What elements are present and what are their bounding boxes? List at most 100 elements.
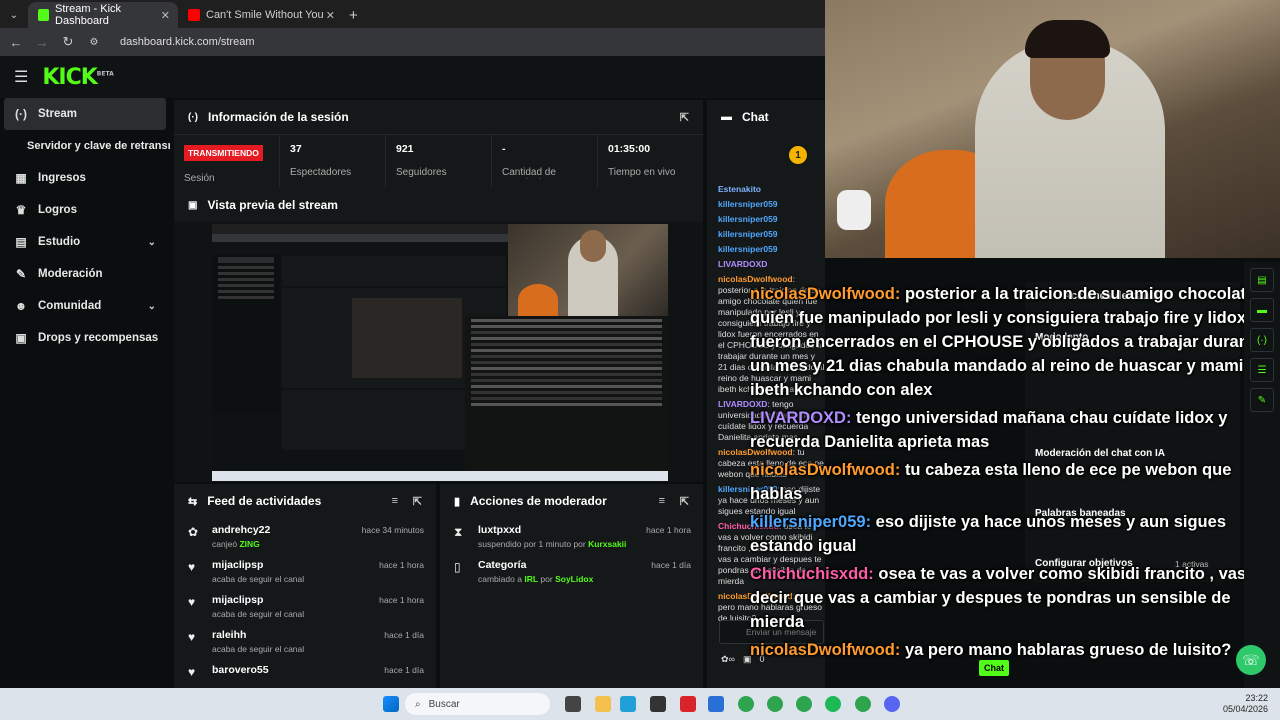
stream-preview-video[interactable] (212, 224, 668, 481)
chat-message: killersniper059 (707, 214, 825, 225)
modaction-row: ⧗ luxtpxxd suspendido por 1 minuto por K… (440, 518, 703, 553)
chat-username[interactable]: Estenakito (718, 184, 761, 194)
points-icon[interactable]: ✿∞ (721, 654, 735, 665)
tab-search-icon[interactable]: ⌄ (0, 2, 28, 28)
close-tab-icon[interactable]: ✕ (161, 9, 170, 22)
rail-notes-icon[interactable]: ▤ (1250, 268, 1274, 292)
sidebar-item-logros[interactable]: ♛ Logros (0, 194, 170, 226)
menu-icon[interactable]: ☰ (14, 67, 28, 87)
chrome-icon[interactable] (855, 696, 871, 712)
sidebar: (·) Stream Servidor y clave de retransmi… (0, 98, 170, 688)
modaction-row: ▯ Categoría cambiado a IRL por SoyLidox … (440, 553, 703, 588)
chat-username[interactable]: killersniper059 (718, 229, 778, 239)
app-icon[interactable] (650, 696, 666, 712)
support-icon[interactable]: ☏ (1236, 645, 1266, 675)
overlay-text: ya pero mano hablaras grueso de luisito? (904, 641, 1232, 659)
popout-icon[interactable]: ⇱ (413, 495, 422, 508)
modaction-target[interactable]: luxtpxxd (478, 524, 626, 536)
feed-username[interactable]: barovero55 (212, 664, 269, 676)
edge-icon[interactable] (620, 696, 636, 712)
feed-row: ♥ mijaclipsp acaba de seguir el canal hace… (174, 588, 436, 623)
sidebar-item-server-key[interactable]: Servidor y clave de retransmisión (0, 130, 170, 162)
right-rail: ▤ ▬ (·) ☰ ✎ (1244, 262, 1280, 688)
chat-username[interactable]: killersniper059 (718, 199, 778, 209)
sidebar-item-comunidad[interactable]: ☻ Comunidad ⌄ (0, 290, 170, 322)
stream-preview-header: ▣ Vista previa del stream (174, 188, 703, 222)
sidebar-item-label: Servidor y clave de retransmisión (27, 140, 170, 152)
chat-username[interactable]: LIVARDOXD (718, 259, 767, 269)
feed-username[interactable]: mijaclipsp (212, 559, 304, 571)
back-icon[interactable]: ← (8, 35, 24, 50)
sidebar-item-estudio[interactable]: ▤ Estudio ⌄ (0, 226, 170, 258)
rail-list-icon[interactable]: ☰ (1250, 358, 1274, 382)
modaction-target[interactable]: Categoría (478, 559, 593, 571)
chat-icon: ▬ (721, 111, 732, 123)
stream-icon: (·) (15, 107, 27, 121)
chrome-icon[interactable] (738, 696, 754, 712)
windows-start-icon[interactable] (383, 696, 399, 712)
chat-send-button[interactable]: Chat (979, 660, 1009, 676)
preview-webcam-capture (508, 224, 668, 316)
address-bar[interactable]: dashboard.kick.com/stream (120, 36, 255, 48)
tab-youtube[interactable]: Can't Smile Without You - Barr ✕ (178, 2, 343, 28)
sidebar-item-stream[interactable]: (·) Stream (4, 98, 166, 130)
kick-logo[interactable]: KICKBETA (42, 65, 113, 90)
sidebar-item-moderacion[interactable]: ✎ Moderación (0, 258, 170, 290)
feed-time: hace 1 día (384, 630, 424, 640)
chrome-icon[interactable] (767, 696, 783, 712)
rank-badge-icon: 1 (789, 146, 807, 164)
chat-header: ▬ Chat (707, 100, 825, 134)
overlay-message: LIVARDOXD: tengo universidad mañana chau… (750, 406, 1280, 454)
feed-username[interactable]: mijaclipsp (212, 594, 304, 606)
feed-username[interactable]: raleihh (212, 629, 304, 641)
stat-label: Cantidad de suscripciones (502, 167, 563, 179)
modaction-by[interactable]: SoyLidox (555, 574, 593, 584)
overlay-message: killersniper059: eso dijiste ya hace uno… (750, 510, 1280, 558)
sidebar-item-label: Drops y recompensas (38, 332, 159, 344)
sidebar-item-ingresos[interactable]: ▦ Ingresos (0, 162, 170, 194)
site-info-icon[interactable]: ⚙ (86, 37, 102, 48)
filter-icon[interactable]: ≡ (392, 495, 398, 507)
chevron-down-icon[interactable]: ⌄ (148, 301, 156, 312)
feed-username[interactable]: andrehcy22 (212, 524, 270, 536)
close-tab-icon[interactable]: ✕ (326, 9, 335, 22)
rail-broadcast-icon[interactable]: (·) (1250, 328, 1274, 352)
reload-icon[interactable]: ↻ (60, 34, 76, 50)
taskbar-clock[interactable]: 23:22 05/04/2026 (1223, 693, 1268, 715)
browser-toolbar: ← → ↻ ⚙ dashboard.kick.com/stream (0, 28, 825, 56)
trophy-icon: ♛ (15, 203, 27, 217)
office-icon[interactable] (680, 696, 696, 712)
modactions-header: ▮ Acciones de moderador ≡ ⇱ (440, 484, 703, 518)
task-view-icon[interactable] (565, 696, 581, 712)
forward-icon[interactable]: → (34, 35, 50, 50)
modaction-time: hace 1 hora (646, 525, 691, 535)
popout-icon[interactable]: ⇱ (680, 495, 689, 508)
new-tab-button[interactable]: + (349, 2, 358, 28)
rail-chat-icon[interactable]: ▬ (1250, 298, 1274, 322)
app-icon[interactable] (708, 696, 724, 712)
discord-icon[interactable] (884, 696, 900, 712)
chrome-icon[interactable] (796, 696, 812, 712)
file-explorer-icon[interactable] (595, 696, 611, 712)
kick-dashboard: ☰ KICKBETA (·) Stream Servidor y clave d… (0, 56, 825, 688)
overlay-message: nicolasDwolfwood: tu cabeza esta lleno d… (750, 458, 1280, 506)
stat-label: Espectadores (290, 167, 352, 178)
filter-icon[interactable]: ≡ (659, 495, 665, 507)
stat-value: 37 (290, 143, 302, 155)
tab-kick-dashboard[interactable]: Stream - Kick Dashboard ✕ (28, 2, 178, 28)
rail-tools-icon[interactable]: ✎ (1250, 388, 1274, 412)
chat-username[interactable]: killersniper059 (718, 214, 778, 224)
popout-icon[interactable]: ⇱ (680, 111, 689, 124)
modaction-desc: suspendido por 1 minuto por (478, 539, 586, 549)
chat-username[interactable]: killersniper059 (718, 244, 778, 254)
chevron-down-icon[interactable]: ⌄ (148, 237, 156, 248)
activity-feed-panel: ⇆ Feed de actividades ≡ ⇱ ✿ andrehcy22 can… (174, 484, 436, 688)
panel-title: Acciones de moderador (470, 494, 607, 508)
sidebar-item-drops[interactable]: ▣ Drops y recompensas (0, 322, 170, 354)
feed-time: hace 1 hora (379, 595, 424, 605)
spotify-icon[interactable] (825, 696, 841, 712)
taskbar-search[interactable]: ⌕ Buscar (405, 693, 550, 715)
modaction-by[interactable]: Kurxsakii (588, 539, 626, 549)
feed-row: ✿ andrehcy22 canjeó ZING hace 34 minutos (174, 518, 436, 553)
stat-label: Sesión (184, 173, 215, 184)
